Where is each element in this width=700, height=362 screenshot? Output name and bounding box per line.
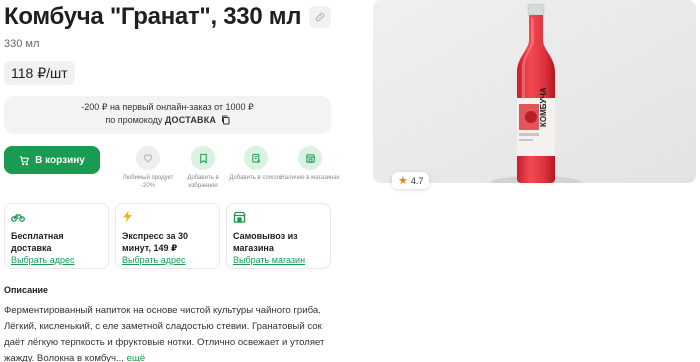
cart-icon [19, 155, 29, 165]
promo-banner: -200 ₽ на первый онлайн-заказ от 1000 ₽ … [4, 96, 331, 134]
rating-badge[interactable]: ★ 4.7 [392, 172, 430, 189]
favorite-product-action[interactable]: Любимый продукт -20% [118, 146, 178, 190]
link-icon [315, 12, 325, 22]
list-circle [244, 146, 268, 170]
promo-prefix: по промокоду [105, 115, 163, 125]
kombucha-bottle-image: КОМБУЧА [373, 0, 696, 183]
choose-address-link[interactable]: Выбрать адрес [122, 254, 213, 266]
store-circle [298, 146, 322, 170]
copy-icon [221, 115, 230, 125]
add-to-cart-button[interactable]: В корзину [4, 146, 100, 174]
add-to-list-action[interactable]: Добавить в список. [226, 146, 286, 182]
page-title: Комбуча "Гранат", 330 мл [4, 3, 302, 30]
heart-icon [143, 154, 153, 163]
promo-line-1: -200 ₽ на первый онлайн-заказ от 1000 ₽ [81, 102, 254, 112]
delivery-option-free: Бесплатная доставка Выбрать адрес [4, 203, 109, 269]
promo-code: ДОСТАВКА [164, 115, 217, 125]
description-title: Описание [4, 285, 49, 295]
bookmark-icon [199, 153, 207, 164]
description-body: Ферментированный напиток на основе чисто… [4, 305, 325, 362]
bolt-icon [123, 210, 132, 223]
store-availability-label: Наличие в магазинах [280, 175, 340, 181]
bolt-icon-wrap [122, 210, 213, 224]
add-list-icon [251, 153, 260, 163]
choose-store-link[interactable]: Выбрать магазин [233, 254, 324, 266]
description-text: Ферментированный напиток на основе чисто… [4, 303, 344, 362]
bike-icon [11, 214, 25, 222]
promo-line-2: по промокоду ДОСТАВКА [4, 114, 331, 129]
copy-link-button[interactable] [309, 6, 332, 28]
delivery-title: Бесплатная доставка [11, 231, 64, 253]
title-row: Комбуча "Гранат", 330 мл [4, 3, 332, 31]
store-icon [305, 153, 315, 163]
copy-promo-button[interactable] [221, 115, 230, 129]
product-image[interactable]: КОМБУЧА [373, 0, 696, 183]
add-to-list-label: Добавить в список. [229, 175, 283, 181]
delivery-title: Экспресс за 30 минут, 149 ₽ [122, 231, 188, 253]
star-icon: ★ [398, 175, 408, 187]
delivery-option-express: Экспресс за 30 минут, 149 ₽ Выбрать адре… [115, 203, 220, 269]
choose-address-link[interactable]: Выбрать адрес [11, 254, 102, 266]
shop-icon-wrap [233, 210, 324, 224]
favorite-product-label: Любимый продукт -20% [122, 175, 174, 189]
store-availability-action[interactable]: Наличие в магазинах [280, 146, 340, 182]
shop-icon [233, 211, 246, 223]
delivery-title: Самовывоз из магазина [233, 231, 298, 253]
bookmark-circle [191, 146, 215, 170]
delivery-option-pickup: Самовывоз из магазина Выбрать магазин [226, 203, 331, 269]
add-to-cart-label: В корзину [35, 154, 85, 166]
rating-value: 4.7 [410, 175, 424, 186]
price: 118 ₽/шт [4, 61, 75, 85]
add-to-favorites-action[interactable]: Добавить в избранное [173, 146, 233, 190]
favorite-circle [136, 146, 160, 170]
show-more-link[interactable]: ещё [124, 353, 146, 362]
add-to-favorites-label: Добавить в избранное [187, 175, 219, 189]
bottle-label-brand: КОМБУЧА [539, 87, 548, 127]
volume-label: 330 мл [4, 38, 40, 50]
bike-icon-wrap [11, 210, 102, 224]
